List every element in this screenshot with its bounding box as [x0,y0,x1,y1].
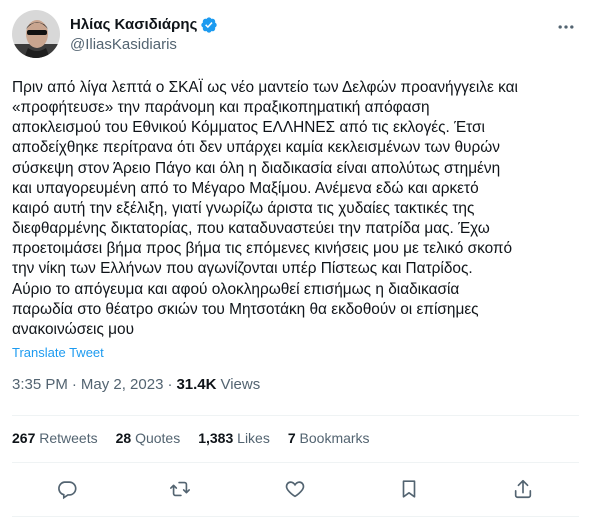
tweet: Ηλίας Κασιδιάρης @IliasKasidiaris Πριν α… [0,0,591,525]
likes-stat[interactable]: 1,383 Likes [198,430,270,446]
retweet-icon[interactable] [165,474,195,504]
tweet-header: Ηλίας Κασιδιάρης @IliasKasidiaris [12,10,218,58]
quotes-stat[interactable]: 28 Quotes [116,430,181,446]
bookmark-icon[interactable] [394,474,424,504]
translate-tweet-link[interactable]: Translate Tweet [12,345,104,360]
avatar[interactable] [12,10,60,58]
bookmarks-count: 7 [287,430,296,446]
tweet-date[interactable]: May 2, 2023 [81,376,164,393]
meta-separator-2: · [167,376,173,393]
tweet-actions [0,474,591,504]
bookmarks-label: Bookmarks [299,430,370,446]
reply-icon[interactable] [52,474,82,504]
divider-bottom [12,516,579,517]
display-name[interactable]: Ηλίας Κασιδιάρης [70,16,197,33]
divider-middle [12,462,579,463]
more-options-icon[interactable] [555,16,577,38]
divider-top [12,415,579,416]
author-handle[interactable]: @IliasKasidiaris [70,36,218,53]
tweet-text: Πριν από λίγα λεπτά ο ΣΚΑΪ ως νέο μαντεί… [12,79,518,338]
verified-badge-icon [200,16,218,34]
retweets-stat[interactable]: 267 Retweets [12,430,98,446]
quotes-count: 28 [115,430,132,446]
views-count: 31.4K [176,376,217,393]
retweets-count: 267 [12,430,36,446]
tweet-time[interactable]: 3:35 PM [12,376,68,393]
tweet-meta: 3:35 PM · May 2, 2023 · 31.4K Views [12,376,260,393]
author-names: Ηλίας Κασιδιάρης @IliasKasidiaris [70,16,218,53]
share-icon[interactable] [508,474,538,504]
retweets-label: Retweets [39,430,98,446]
likes-label: Likes [237,430,270,446]
like-icon[interactable] [280,474,310,504]
views-label: Views [220,376,261,393]
likes-count: 1,383 [198,430,234,446]
quotes-label: Quotes [135,430,181,446]
name-row: Ηλίας Κασιδιάρης [70,16,218,34]
meta-separator: · [71,376,77,393]
tweet-stats: 267 Retweets 28 Quotes 1,383 Likes 7 Boo… [12,430,388,446]
bookmarks-stat[interactable]: 7 Bookmarks [288,430,370,446]
